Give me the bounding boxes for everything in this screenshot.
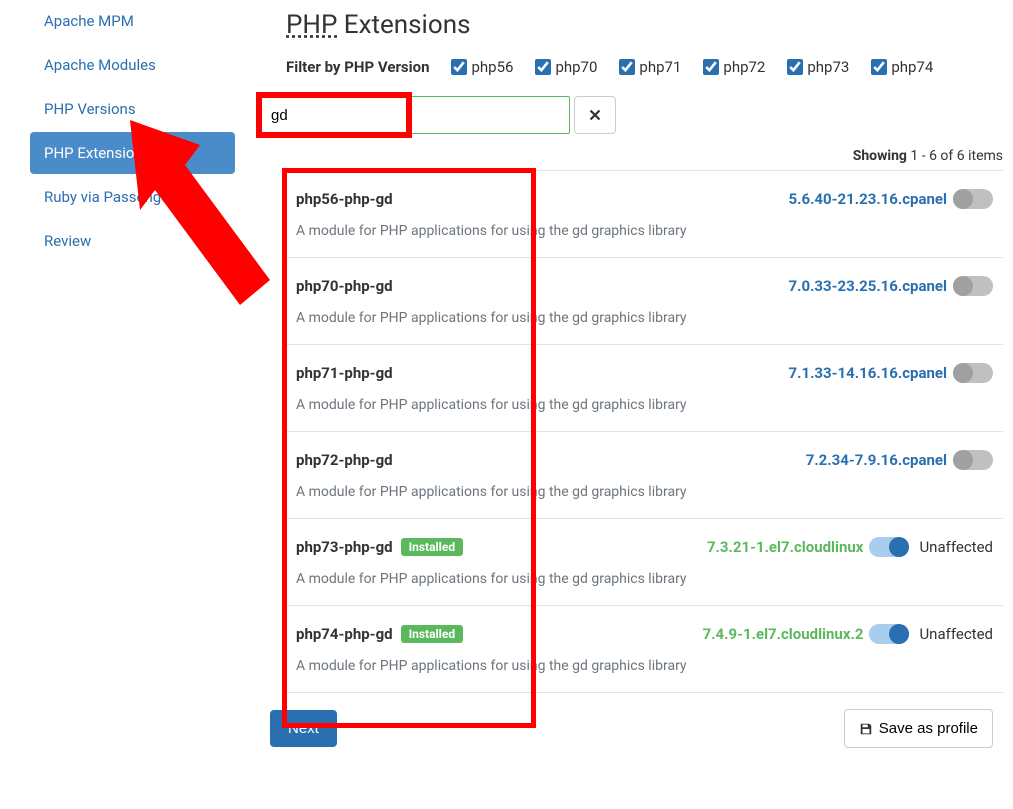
search-input[interactable] (260, 96, 570, 134)
extension-name: php71-php-gd (296, 364, 393, 382)
showing-text: Showing 1 - 6 of 6 items (260, 148, 1003, 164)
extension-version: 5.6.40-21.23.16.cpanel (789, 190, 947, 208)
extension-toggle[interactable] (869, 537, 909, 557)
filter-checkbox-php73[interactable] (787, 59, 803, 75)
sidebar-item-php-versions[interactable]: PHP Versions (30, 88, 235, 130)
filter-option-php70[interactable]: php70 (535, 58, 597, 76)
list-item: php73-php-gd Installed 7.3.21-1.el7.cloudl… (286, 518, 1003, 605)
extension-toggle[interactable] (953, 189, 993, 209)
extension-description: A module for PHP applications for using … (296, 310, 993, 326)
filter-checkbox-php74[interactable] (871, 59, 887, 75)
filter-checkbox-php71[interactable] (619, 59, 635, 75)
next-button[interactable]: Next (270, 710, 337, 747)
list-item: php71-php-gd 7.1.33-14.16.16.cpanel A modu… (286, 344, 1003, 431)
extension-version: 7.2.34-7.9.16.cpanel (806, 451, 947, 469)
installed-badge: Installed (401, 538, 463, 556)
extension-name: php70-php-gd (296, 277, 393, 295)
extension-description: A module for PHP applications for using … (296, 658, 993, 674)
extension-toggle[interactable] (869, 624, 909, 644)
save-icon (859, 722, 873, 736)
list-item: php74-php-gd Installed 7.4.9-1.el7.cloudli… (286, 605, 1003, 693)
list-item: php70-php-gd 7.0.33-23.25.16.cpanel A modu… (286, 257, 1003, 344)
search-row (260, 96, 1003, 134)
installed-badge: Installed (401, 625, 463, 643)
status-text: Unaffected (919, 625, 993, 643)
extension-description: A module for PHP applications for using … (296, 397, 993, 413)
extension-list: php56-php-gd 5.6.40-21.23.16.cpanel A modu… (286, 170, 1003, 693)
page-title: PHP Extensions (286, 10, 1003, 40)
filter-option-php74[interactable]: php74 (871, 58, 933, 76)
extension-toggle[interactable] (953, 450, 993, 470)
extension-description: A module for PHP applications for using … (296, 223, 993, 239)
sidebar-item-apache-mpm[interactable]: Apache MPM (30, 0, 235, 42)
sidebar-item-review[interactable]: Review (30, 220, 235, 262)
extension-version: 7.0.33-23.25.16.cpanel (789, 277, 947, 295)
sidebar-item-php-extensions[interactable]: PHP Extensions (30, 132, 235, 174)
list-item: php72-php-gd 7.2.34-7.9.16.cpanel A module… (286, 431, 1003, 518)
save-profile-button[interactable]: Save as profile (844, 709, 993, 748)
filter-checkbox-php70[interactable] (535, 59, 551, 75)
clear-search-button[interactable] (574, 96, 616, 134)
extension-version: 7.3.21-1.el7.cloudlinux (707, 538, 864, 556)
extension-version: 7.1.33-14.16.16.cpanel (789, 364, 947, 382)
close-icon (589, 109, 601, 121)
status-text: Unaffected (919, 538, 993, 556)
sidebar-item-apache-modules[interactable]: Apache Modules (30, 44, 235, 86)
extension-description: A module for PHP applications for using … (296, 571, 993, 587)
main-content: PHP Extensions Filter by PHP Version php… (250, 0, 1013, 748)
sidebar-item-ruby-via-passenger[interactable]: Ruby via Passenger (30, 176, 235, 218)
sidebar: Apache MPMApache ModulesPHP VersionsPHP … (0, 0, 250, 748)
page-title-prefix: PHP (286, 10, 337, 40)
page-title-suffix: Extensions (337, 10, 470, 40)
filter-label: Filter by PHP Version (286, 58, 429, 76)
filter-option-php72[interactable]: php72 (703, 58, 765, 76)
extension-toggle[interactable] (953, 276, 993, 296)
extension-toggle[interactable] (953, 363, 993, 383)
extension-name: php72-php-gd (296, 451, 393, 469)
filter-checkbox-php72[interactable] (703, 59, 719, 75)
footer: Next Save as profile (260, 709, 1003, 748)
filter-row: Filter by PHP Version php56 php70 php71 php… (286, 58, 1003, 76)
filter-option-php56[interactable]: php56 (451, 58, 513, 76)
filter-option-php73[interactable]: php73 (787, 58, 849, 76)
filter-option-php71[interactable]: php71 (619, 58, 681, 76)
extension-name: php74-php-gd (296, 625, 393, 643)
filter-checkbox-php56[interactable] (451, 59, 467, 75)
list-item: php56-php-gd 5.6.40-21.23.16.cpanel A modu… (286, 170, 1003, 257)
extension-version: 7.4.9-1.el7.cloudlinux.2 (703, 625, 864, 643)
extension-name: php56-php-gd (296, 190, 393, 208)
extension-name: php73-php-gd (296, 538, 393, 556)
extension-description: A module for PHP applications for using … (296, 484, 993, 500)
